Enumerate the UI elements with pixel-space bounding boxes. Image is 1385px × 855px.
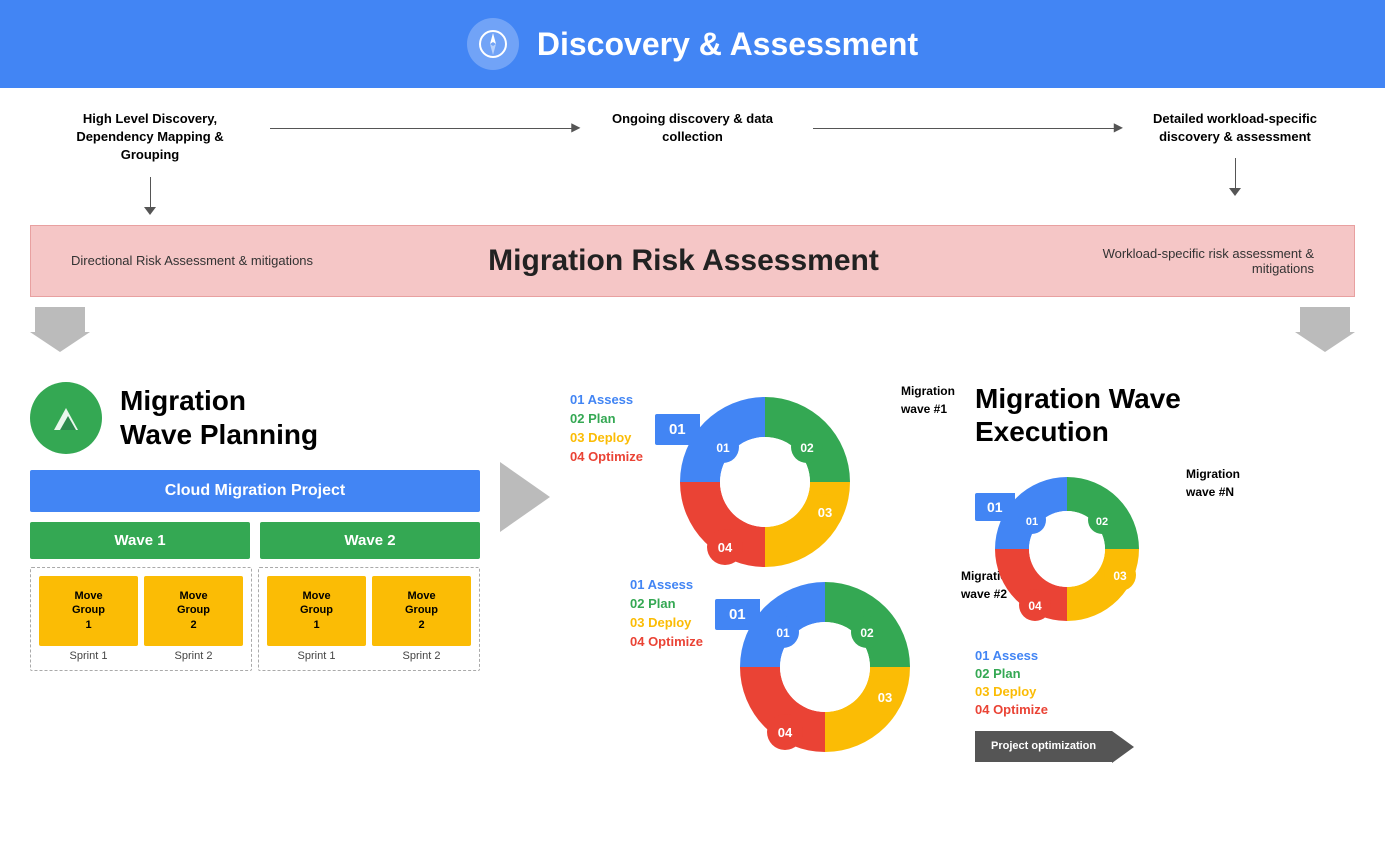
svg-text:04: 04 bbox=[1028, 599, 1042, 613]
wave-1-donut-area: 01 01 bbox=[655, 382, 875, 587]
wave-planning-panel: MigrationWave Planning Cloud Migration P… bbox=[30, 382, 480, 671]
wave-1-donut-svg: 01 02 03 04 bbox=[655, 382, 875, 582]
svg-text:02: 02 bbox=[800, 441, 814, 455]
svg-text:03: 03 bbox=[818, 505, 832, 520]
wave-2-cycle: 01 Assess 02 Plan 03 Deploy 04 Optimize … bbox=[630, 567, 955, 772]
cloud-project-bar: Cloud Migration Project bbox=[30, 470, 480, 512]
project-opt-arrow-tip bbox=[1112, 731, 1134, 763]
right-arrow bbox=[500, 382, 550, 532]
main-content: MigrationWave Planning Cloud Migration P… bbox=[0, 362, 1385, 792]
arrow-line-2 bbox=[813, 110, 1116, 129]
risk-left: Directional Risk Assessment & mitigation… bbox=[71, 253, 313, 268]
wave-n-cycle: 01 01 02 03 04 Migrationwave #N bbox=[975, 465, 1355, 640]
move-group-1-2: MoveGroup2 bbox=[144, 576, 243, 646]
big-arrows bbox=[30, 297, 1355, 362]
wave-1-tab: 01 bbox=[655, 414, 700, 445]
project-opt-row: Project optimization bbox=[975, 731, 1355, 763]
phaseN-03: 03 Deploy bbox=[975, 684, 1355, 699]
compass-icon bbox=[467, 18, 519, 70]
phase-03-deploy: 03 Deploy bbox=[570, 430, 631, 445]
phase-02-plan: 02 Plan bbox=[570, 411, 616, 426]
discovery-right: Detailed workload-specific discovery & a… bbox=[1135, 110, 1335, 196]
sprint-label-2-2: Sprint 2 bbox=[403, 650, 441, 662]
svg-text:01: 01 bbox=[1026, 516, 1038, 528]
sprint-label-1-2: Sprint 2 bbox=[175, 650, 213, 662]
execution-title: Migration WaveExecution bbox=[975, 382, 1355, 449]
wave-icon bbox=[30, 382, 102, 454]
move-group-col-4: MoveGroup2 Sprint 2 bbox=[372, 576, 471, 662]
wave-cycles-panel: 01 Assess 02 Plan 03 Deploy 04 Optimize … bbox=[570, 382, 955, 772]
wave-n-donut-area: 01 01 02 03 04 Migrationwave #N bbox=[975, 465, 1160, 640]
move-groups-row: MoveGroup1 Sprint 1 MoveGroup2 Sprint 2 … bbox=[30, 567, 480, 671]
phase-01-assess: 01 Assess bbox=[570, 392, 633, 407]
phase-04-optimize: 04 Optimize bbox=[570, 449, 643, 464]
move-group-col-3: MoveGroup1 Sprint 1 bbox=[267, 576, 366, 662]
waves-row: Wave 1 Wave 2 bbox=[30, 522, 480, 559]
wave-2-tab: 01 bbox=[715, 599, 760, 630]
wave-n-phases: 01 Assess 02 Plan 03 Deploy 04 Optimize bbox=[975, 648, 1355, 717]
svg-text:01: 01 bbox=[716, 441, 730, 455]
header: Discovery & Assessment bbox=[0, 0, 1385, 88]
wave-2-section: MoveGroup1 Sprint 1 MoveGroup2 Sprint 2 bbox=[258, 567, 480, 671]
wave-2-box: Wave 2 bbox=[260, 522, 480, 559]
wave-2-donut-area: 01 01 02 03 04 Migrationwave #2 bbox=[715, 567, 935, 772]
risk-banner: Directional Risk Assessment & mitigation… bbox=[30, 225, 1355, 297]
discovery-left: High Level Discovery, Dependency Mapping… bbox=[50, 110, 250, 215]
arrow-line-1 bbox=[270, 110, 573, 129]
wave-1-label: Migrationwave #1 bbox=[901, 382, 955, 418]
move-group-2-1: MoveGroup1 bbox=[267, 576, 366, 646]
svg-text:03: 03 bbox=[878, 690, 892, 705]
page-title: Discovery & Assessment bbox=[537, 26, 918, 63]
sprint-label-1-1: Sprint 1 bbox=[70, 650, 108, 662]
wave-n-label: Migrationwave #N bbox=[1186, 465, 1240, 501]
discovery-middle: Ongoing discovery & data collection bbox=[593, 110, 793, 146]
execution-panel: Migration WaveExecution 01 01 02 03 bbox=[975, 382, 1355, 763]
move-group-col-2: MoveGroup2 Sprint 2 bbox=[144, 576, 243, 662]
svg-text:02: 02 bbox=[860, 626, 874, 640]
svg-text:01: 01 bbox=[776, 626, 790, 640]
svg-text:04: 04 bbox=[718, 540, 733, 555]
big-arrow-right bbox=[1295, 307, 1355, 352]
wave-1-cycle: 01 Assess 02 Plan 03 Deploy 04 Optimize … bbox=[570, 382, 955, 587]
right-arrow-shape bbox=[500, 462, 550, 532]
risk-center: Migration Risk Assessment bbox=[488, 244, 879, 278]
phaseN-04: 04 Optimize bbox=[975, 702, 1355, 717]
phaseN-01: 01 Assess bbox=[975, 648, 1355, 663]
wave-1-box: Wave 1 bbox=[30, 522, 250, 559]
move-group-col-1: MoveGroup1 Sprint 1 bbox=[39, 576, 138, 662]
phaseN-02: 02 Plan bbox=[975, 666, 1355, 681]
big-arrow-left bbox=[30, 307, 90, 352]
wave-n-tab: 01 bbox=[975, 493, 1015, 521]
wave-2-donut-svg: 01 02 03 04 bbox=[715, 567, 935, 767]
wave-planning-header: MigrationWave Planning bbox=[30, 382, 480, 454]
svg-text:02: 02 bbox=[1096, 516, 1108, 528]
wave-n-donut-svg: 01 02 03 04 bbox=[975, 465, 1160, 635]
move-group-2-2: MoveGroup2 bbox=[372, 576, 471, 646]
wave-planning-title: MigrationWave Planning bbox=[120, 384, 318, 451]
discovery-row: High Level Discovery, Dependency Mapping… bbox=[0, 88, 1385, 225]
wave-1-section: MoveGroup1 Sprint 1 MoveGroup2 Sprint 2 bbox=[30, 567, 252, 671]
svg-text:03: 03 bbox=[1113, 569, 1127, 583]
risk-right: Workload-specific risk assessment & miti… bbox=[1054, 246, 1314, 276]
phase2-04: 04 Optimize bbox=[630, 634, 703, 649]
phase2-03: 03 Deploy bbox=[630, 615, 691, 630]
project-opt-label: Project optimization bbox=[975, 731, 1112, 762]
phase2-02: 02 Plan bbox=[630, 596, 676, 611]
svg-text:04: 04 bbox=[778, 725, 793, 740]
wave-1-phases: 01 Assess 02 Plan 03 Deploy 04 Optimize bbox=[570, 382, 643, 464]
sprint-label-2-1: Sprint 1 bbox=[298, 650, 336, 662]
move-group-1-1: MoveGroup1 bbox=[39, 576, 138, 646]
